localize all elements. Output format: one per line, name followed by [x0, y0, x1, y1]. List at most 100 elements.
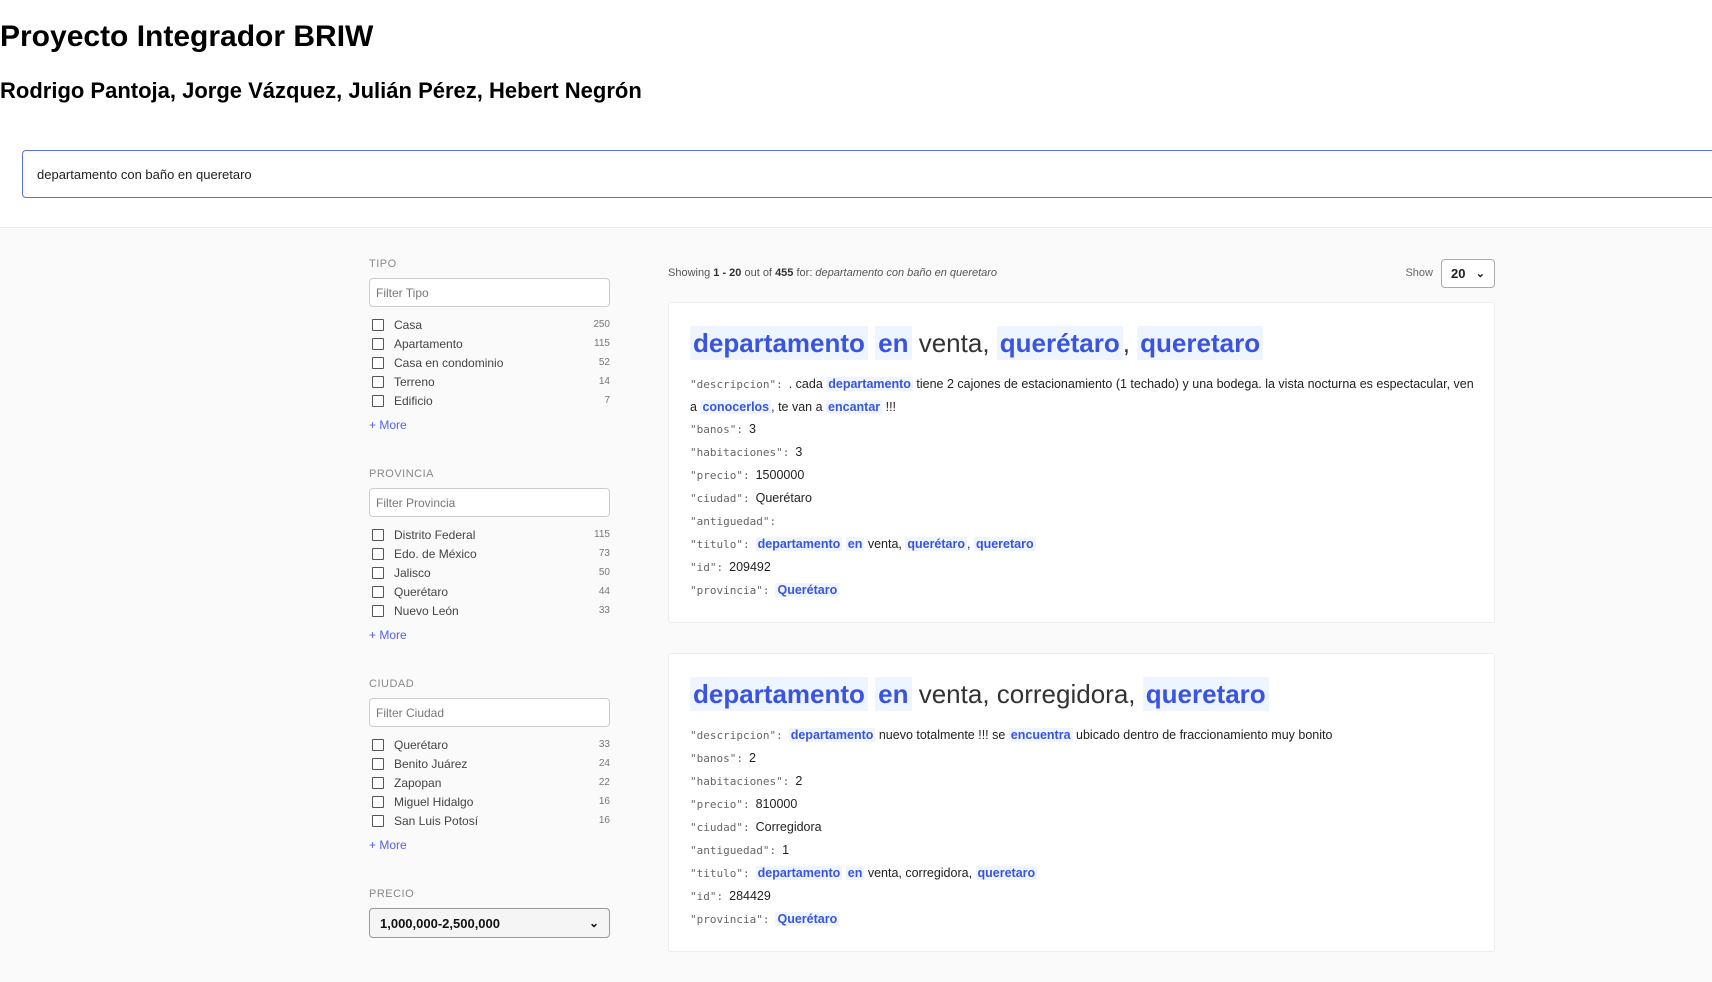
- facet-provincia: PROVINCIA Filter Provincia Distrito Fede…: [369, 468, 610, 642]
- option-label: Benito Juárez: [394, 756, 468, 771]
- option-label: Casa: [394, 317, 423, 332]
- summary-prefix: Showing: [668, 267, 711, 279]
- text-segment: ,: [967, 537, 974, 551]
- facet-option[interactable]: Distrito Federal 115: [369, 525, 610, 544]
- checkbox[interactable]: [372, 528, 384, 541]
- text-segment: 810000: [755, 797, 798, 811]
- facet-sidebar: TIPO Filter Tipo Casa 250 Apartamento 115 Ca…: [369, 258, 610, 974]
- checkbox[interactable]: [372, 318, 384, 331]
- option-label: Edificio: [394, 393, 433, 408]
- page-size-select[interactable]: 20 ⌄: [1441, 258, 1495, 288]
- more-link[interactable]: + More: [369, 838, 610, 852]
- highlight: departamento: [690, 326, 868, 360]
- checkbox[interactable]: [372, 738, 384, 751]
- checkbox[interactable]: [372, 356, 384, 369]
- option-count: 44: [598, 586, 610, 597]
- highlight: queretaro: [1137, 326, 1264, 360]
- option-count: 115: [594, 338, 610, 349]
- facet-option[interactable]: Nuevo León 33: [369, 601, 610, 620]
- precio-select[interactable]: 1,000,000-2,500,000 ⌄: [369, 908, 610, 938]
- facet-label: TIPO: [369, 258, 397, 270]
- facet-tipo: TIPO Filter Tipo Casa 250 Apartamento 115 Ca…: [369, 258, 610, 432]
- search-input[interactable]: [22, 150, 1712, 198]
- facet-filter-input[interactable]: Filter Tipo: [369, 278, 610, 307]
- facet-filter-input[interactable]: Filter Provincia: [369, 488, 610, 517]
- facet-ciudad: CIUDAD Filter Ciudad Querétaro 33 Benito J…: [369, 678, 610, 852]
- summary-query: departamento con baño en queretaro: [815, 267, 998, 279]
- checkbox[interactable]: [372, 547, 384, 560]
- checkbox[interactable]: [372, 375, 384, 388]
- option-count: 16: [598, 796, 610, 807]
- highlight: en: [875, 677, 912, 711]
- facet-option[interactable]: Benito Juárez 24: [369, 754, 610, 773]
- result-field: "provincia": Querétaro: [690, 579, 1474, 602]
- result-field: "ciudad": Querétaro: [690, 487, 1474, 510]
- facet-option[interactable]: San Luis Potosí 16: [369, 811, 610, 830]
- checkbox[interactable]: [372, 776, 384, 789]
- highlight: queretaro: [1142, 677, 1269, 711]
- text-segment: ubicado dentro de fraccionamiento muy bo…: [1072, 728, 1333, 742]
- facet-option[interactable]: Edo. de México 73: [369, 544, 610, 563]
- text-segment: 3: [795, 445, 803, 459]
- field-key: "antiguedad":: [690, 844, 777, 857]
- field-key: "ciudad":: [690, 492, 750, 505]
- facet-option[interactable]: Querétaro 33: [369, 735, 610, 754]
- option-count: 50: [598, 567, 610, 578]
- checkbox[interactable]: [372, 585, 384, 598]
- facet-option[interactable]: Apartamento 115: [369, 334, 610, 353]
- result-title[interactable]: departamento en venta, querétaro, queret…: [690, 323, 1474, 363]
- result-field: "precio": 810000: [690, 793, 1474, 816]
- option-count: 22: [598, 777, 610, 788]
- result-title[interactable]: departamento en venta, corregidora, quer…: [690, 674, 1474, 714]
- text-segment: venta, corregidora,: [864, 866, 976, 880]
- text-segment: 1: [782, 843, 790, 857]
- highlight: departamento: [826, 377, 913, 391]
- field-key: "banos":: [690, 423, 743, 436]
- facet-option[interactable]: Casa 250: [369, 315, 610, 334]
- checkbox[interactable]: [372, 394, 384, 407]
- checkbox[interactable]: [372, 795, 384, 808]
- facet-option[interactable]: Zapopan 22: [369, 773, 610, 792]
- highlight: queretaro: [975, 866, 1038, 880]
- text-segment: 3: [748, 422, 756, 436]
- result-card: departamento en venta, querétaro, queret…: [668, 302, 1495, 623]
- facet-label: CIUDAD: [369, 678, 415, 690]
- highlight: encantar: [826, 400, 883, 414]
- checkbox[interactable]: [372, 566, 384, 579]
- field-key: "habitaciones":: [690, 775, 790, 788]
- checkbox[interactable]: [372, 757, 384, 770]
- page-title: Proyecto Integrador BRIW: [0, 20, 374, 53]
- highlight: en: [845, 537, 865, 551]
- field-key: "id":: [690, 561, 724, 574]
- option-count: 14: [598, 376, 610, 387]
- option-label: San Luis Potosí: [394, 813, 479, 828]
- field-key: "provincia":: [690, 584, 770, 597]
- option-count: 33: [598, 739, 610, 750]
- authors: Rodrigo Pantoja, Jorge Vázquez, Julián P…: [0, 78, 642, 103]
- checkbox[interactable]: [372, 337, 384, 350]
- facet-option[interactable]: Casa en condominio 52: [369, 353, 610, 372]
- checkbox[interactable]: [372, 604, 384, 617]
- result-field: "habitaciones": 2: [690, 770, 1474, 793]
- text-segment: 2: [748, 751, 756, 765]
- highlight: departamento: [788, 728, 876, 742]
- facet-option[interactable]: Querétaro 44: [369, 582, 610, 601]
- facet-filter-input[interactable]: Filter Ciudad: [369, 698, 610, 727]
- facet-option[interactable]: Edificio 7: [369, 391, 610, 410]
- checkbox[interactable]: [372, 814, 384, 827]
- option-label: Miguel Hidalgo: [394, 794, 474, 809]
- facet-option[interactable]: Jalisco 50: [369, 563, 610, 582]
- option-count: 16: [598, 815, 610, 826]
- facet-option[interactable]: Terreno 14: [369, 372, 610, 391]
- text-segment: . cada: [788, 377, 827, 391]
- highlight: departamento: [755, 866, 843, 880]
- more-link[interactable]: + More: [369, 418, 610, 432]
- option-count: 24: [598, 758, 610, 769]
- result-field: "titulo": departamento en venta, corregid…: [690, 862, 1474, 885]
- facet-option[interactable]: Miguel Hidalgo 16: [369, 792, 610, 811]
- facet-label: PROVINCIA: [369, 468, 435, 480]
- more-link[interactable]: + More: [369, 628, 610, 642]
- text-segment: , te van a: [771, 400, 827, 414]
- field-key: "precio":: [690, 798, 750, 811]
- result-field: "banos": 2: [690, 747, 1474, 770]
